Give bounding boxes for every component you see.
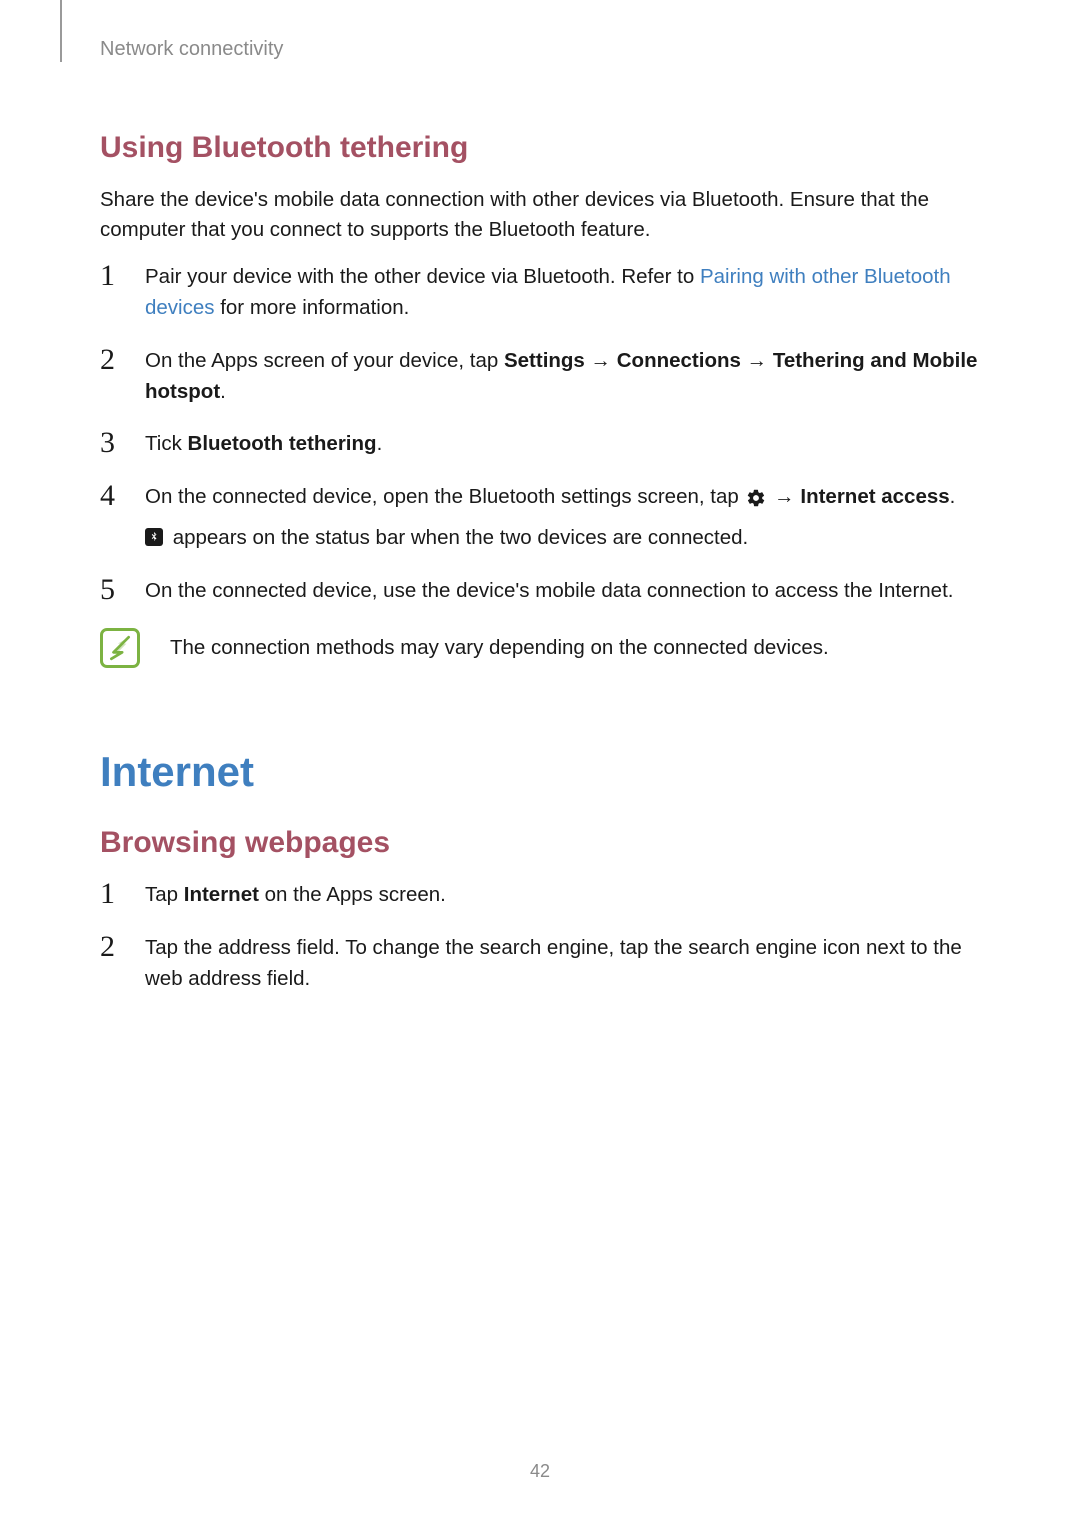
- breadcrumb: Network connectivity: [100, 38, 980, 61]
- step-2: 2 Tap the address field. To change the s…: [100, 933, 980, 995]
- heading-bluetooth-tethering: Using Bluetooth tethering: [100, 131, 980, 165]
- bluetooth-steps: 1 Pair your device with the other device…: [100, 262, 980, 606]
- bluetooth-status-icon: [145, 528, 163, 546]
- step-4: 4 On the connected device, open the Blue…: [100, 482, 980, 554]
- step-text: Tap Internet on the Apps screen.: [145, 880, 980, 911]
- step-number: 2: [100, 930, 145, 963]
- heading-browsing-webpages: Browsing webpages: [100, 826, 980, 860]
- step-1: 1 Tap Internet on the Apps screen.: [100, 880, 980, 911]
- step-number: 2: [100, 343, 145, 376]
- step-text: On the connected device, open the Blueto…: [145, 482, 980, 554]
- step-5: 5 On the connected device, use the devic…: [100, 576, 980, 607]
- step-number: 1: [100, 259, 145, 292]
- page-number: 42: [0, 1461, 1080, 1482]
- header-vertical-rule: [60, 0, 62, 62]
- step-text: Pair your device with the other device v…: [145, 262, 980, 324]
- step-1: 1 Pair your device with the other device…: [100, 262, 980, 324]
- note-box: The connection methods may vary dependin…: [100, 628, 980, 668]
- note-icon: [100, 628, 140, 668]
- step-sub-text: appears on the status bar when the two d…: [145, 523, 980, 554]
- step-text: On the Apps screen of your device, tap S…: [145, 346, 980, 408]
- intro-paragraph: Share the device's mobile data connectio…: [100, 185, 980, 244]
- gear-icon: [746, 488, 766, 508]
- step-text: On the connected device, use the device'…: [145, 576, 980, 607]
- note-text: The connection methods may vary dependin…: [170, 636, 829, 660]
- step-2: 2 On the Apps screen of your device, tap…: [100, 346, 980, 408]
- browsing-steps: 1 Tap Internet on the Apps screen. 2 Tap…: [100, 880, 980, 994]
- step-number: 3: [100, 426, 145, 459]
- heading-internet: Internet: [100, 748, 980, 796]
- step-number: 5: [100, 573, 145, 606]
- step-number: 1: [100, 877, 145, 910]
- step-3: 3 Tick Bluetooth tethering.: [100, 429, 980, 460]
- step-number: 4: [100, 479, 145, 512]
- step-text: Tick Bluetooth tethering.: [145, 429, 980, 460]
- step-text: Tap the address field. To change the sea…: [145, 933, 980, 995]
- page-container: Network connectivity Using Bluetooth tet…: [0, 0, 1080, 1527]
